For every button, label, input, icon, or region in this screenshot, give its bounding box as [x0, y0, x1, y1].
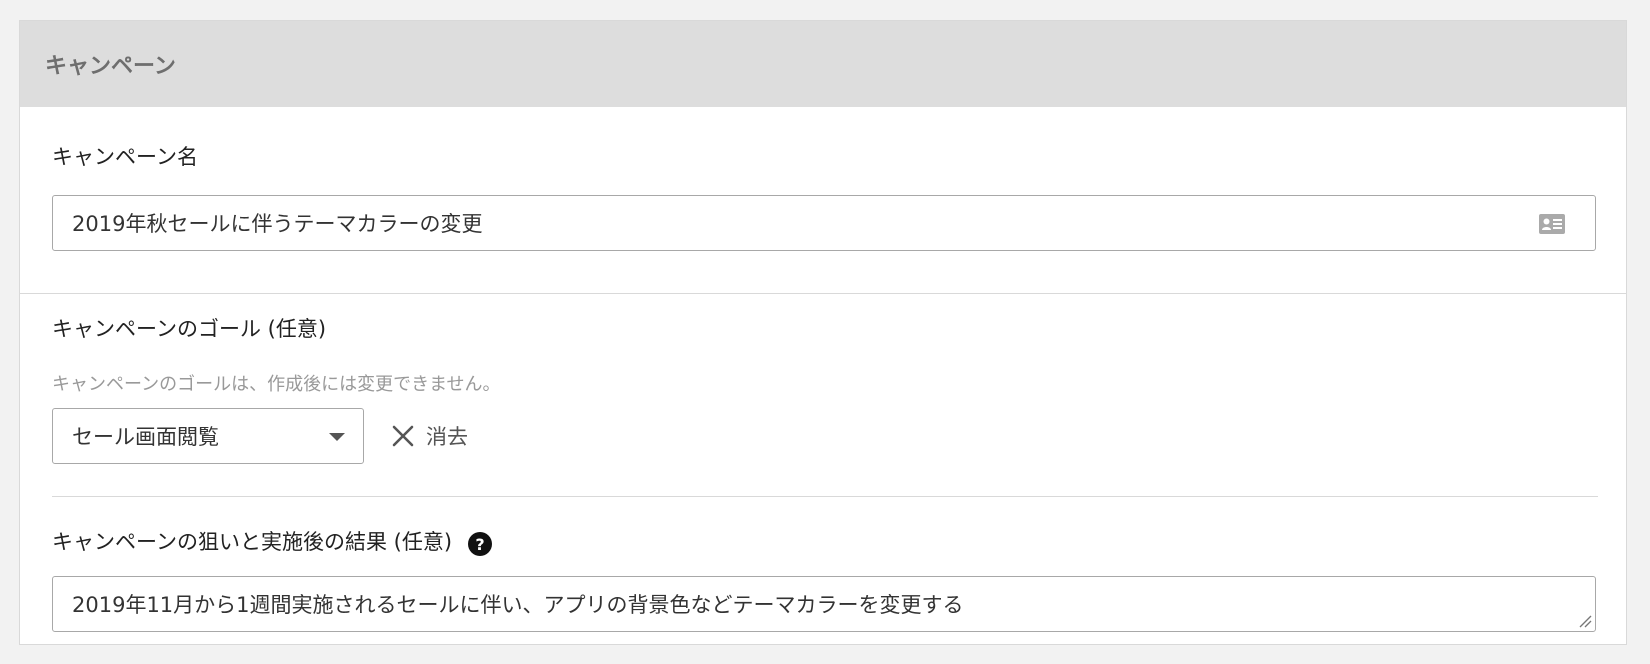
clear-goal-button[interactable]: 消去 — [392, 418, 468, 454]
campaign-goal-section: キャンペーンのゴール (任意) キャンペーンのゴールは、作成後には変更できません… — [20, 294, 1626, 646]
contact-card-icon[interactable] — [1539, 214, 1565, 234]
panel-header: キャンペーン — [20, 21, 1626, 107]
campaign-name-value: 2019年秋セールに伴うテーマカラーの変更 — [72, 212, 483, 236]
clear-goal-label: 消去 — [426, 425, 468, 449]
campaign-name-section: キャンペーン名 2019年秋セールに伴うテーマカラーの変更 — [20, 107, 1626, 294]
campaign-aim-value: 2019年11月から1週間実施されるセールに伴い、アプリの背景色などテーマカラー… — [72, 593, 964, 617]
campaign-goal-selected-value: セール画面閲覧 — [72, 425, 219, 449]
resize-handle-icon[interactable] — [1578, 614, 1592, 628]
campaign-panel: キャンペーン キャンペーン名 2019年秋セールに伴うテーマカラーの変更 キャン… — [19, 20, 1627, 645]
campaign-goal-label: キャンペーンのゴール (任意) — [52, 317, 327, 341]
campaign-aim-label: キャンペーンの狙いと実施後の結果 (任意) — [52, 530, 453, 554]
campaign-name-input[interactable]: 2019年秋セールに伴うテーマカラーの変更 — [52, 195, 1596, 251]
campaign-goal-select[interactable]: セール画面閲覧 — [52, 408, 364, 464]
section-divider — [52, 496, 1598, 497]
campaign-name-label: キャンペーン名 — [52, 145, 198, 169]
close-icon — [392, 425, 414, 447]
campaign-goal-hint: キャンペーンのゴールは、作成後には変更できません。 — [52, 374, 501, 395]
campaign-aim-textarea[interactable]: 2019年11月から1週間実施されるセールに伴い、アプリの背景色などテーマカラー… — [52, 576, 1596, 632]
chevron-down-icon — [329, 433, 345, 441]
panel-title: キャンペーン — [45, 54, 176, 79]
help-icon[interactable]: ? — [468, 532, 492, 556]
